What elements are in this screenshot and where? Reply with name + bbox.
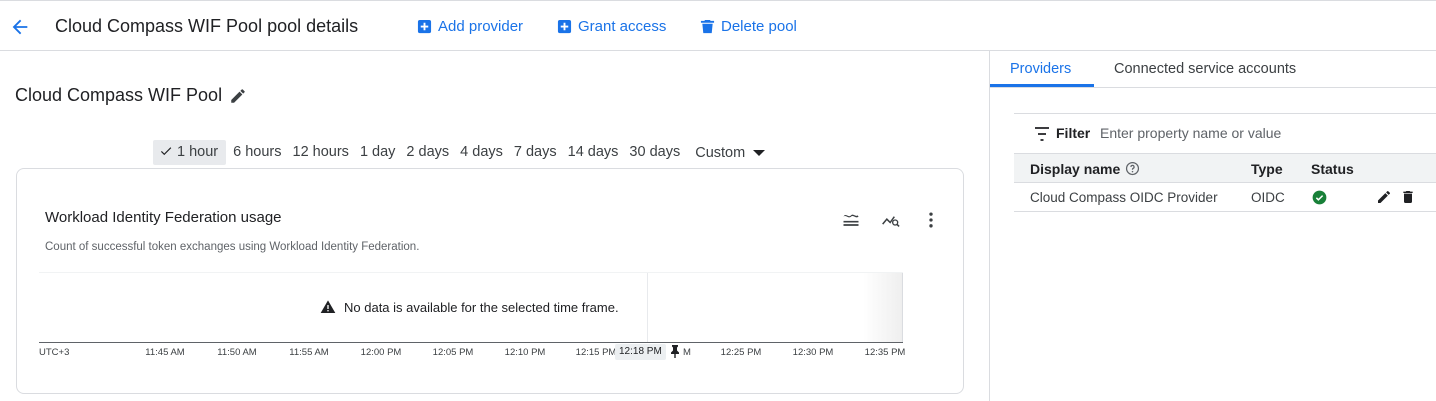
chart-description: Count of successful token exchanges usin… [45, 241, 420, 253]
custom-range-label: Custom [695, 144, 746, 161]
delete-pool-label: Delete pool [721, 18, 797, 35]
provider-display-name[interactable]: Cloud Compass OIDC Provider [1030, 190, 1218, 205]
provider-type: OIDC [1251, 190, 1285, 205]
time-range-selector: 1 hour 6 hours 12 hours 1 day 2 days 4 d… [153, 140, 766, 165]
chart-title: Workload Identity Federation usage [45, 209, 282, 226]
range-6-hours[interactable]: 6 hours [229, 140, 285, 165]
trash-icon [700, 19, 715, 34]
range-2-days[interactable]: 2 days [402, 140, 453, 165]
filter-input[interactable] [1100, 120, 1400, 146]
cursor-suffix: M [683, 347, 691, 358]
table-row[interactable]: Cloud Compass OIDC Provider OIDC [1014, 183, 1436, 212]
x-tick-label: 11:55 AM [289, 347, 329, 358]
x-tick-label: 12:25 PM [720, 347, 762, 358]
legend-toggle-icon[interactable] [840, 209, 862, 231]
warning-icon [320, 300, 336, 313]
pool-overview: Cloud Compass WIF Pool 1 hour 6 hours 12… [0, 51, 989, 401]
filter-label: Filter [1056, 125, 1091, 141]
trash-icon[interactable] [1400, 189, 1416, 205]
tab-bar: Providers Connected service accounts [990, 51, 1436, 88]
add-provider-button[interactable]: Add provider [417, 18, 523, 35]
add-box-icon [557, 19, 572, 34]
back-arrow-icon[interactable] [8, 15, 32, 39]
range-1-hour[interactable]: 1 hour [153, 140, 227, 165]
providers-panel: Providers Connected service accounts Fil… [990, 51, 1436, 401]
range-1-day[interactable]: 1 day [356, 140, 399, 165]
help-icon[interactable] [1125, 161, 1140, 176]
x-tick-label: 11:50 AM [217, 347, 257, 358]
x-tick-label: 12:15 PM [575, 347, 617, 358]
x-tick-label: 12:30 PM [792, 347, 834, 358]
caret-down-icon [753, 149, 766, 156]
cursor-time-label: 12:18 PM [615, 344, 666, 360]
table-header: Display name Type Status [1014, 153, 1436, 183]
range-4-days[interactable]: 4 days [456, 140, 507, 165]
grant-access-label: Grant access [578, 18, 667, 35]
range-30-days[interactable]: 30 days [625, 140, 684, 165]
no-data-message: No data is available for the selected ti… [320, 299, 619, 315]
add-provider-label: Add provider [438, 18, 524, 35]
cursor-line [647, 273, 648, 343]
timezone-label: UTC+3 [39, 347, 70, 358]
explore-query-icon[interactable] [880, 209, 902, 231]
tab-connected-service-accounts[interactable]: Connected service accounts [1114, 61, 1296, 77]
x-tick-label: 12:00 PM [360, 347, 402, 358]
pool-name: Cloud Compass WIF Pool [15, 85, 223, 105]
range-7-days[interactable]: 7 days [510, 140, 561, 165]
x-tick-label: 12:35 PM [864, 347, 906, 358]
pin-icon[interactable] [670, 345, 680, 358]
active-tab-indicator [990, 84, 1094, 87]
col-status[interactable]: Status [1311, 161, 1354, 177]
range-label: 1 hour [177, 144, 219, 160]
filter-bar: Filter [1014, 113, 1436, 153]
more-vert-icon[interactable] [920, 209, 942, 231]
no-data-text: No data is available for the selected ti… [344, 299, 619, 315]
range-14-days[interactable]: 14 days [564, 140, 623, 165]
tab-providers[interactable]: Providers [1010, 61, 1071, 77]
x-tick-label: 12:10 PM [504, 347, 546, 358]
chart-plot-area[interactable]: No data is available for the selected ti… [39, 272, 903, 343]
page-title: Cloud Compass WIF Pool pool details [55, 16, 359, 36]
usage-chart-card: Workload Identity Federation usage Count… [16, 168, 964, 394]
add-box-icon [417, 19, 432, 34]
plot-edge [902, 273, 903, 343]
range-12-hours[interactable]: 12 hours [289, 140, 353, 165]
edit-pencil-icon[interactable] [1376, 189, 1392, 205]
filter-icon [1035, 127, 1049, 141]
custom-range-dropdown[interactable]: Custom [695, 144, 766, 161]
page-header: Cloud Compass WIF Pool pool details Add … [0, 0, 1436, 51]
x-axis-line [39, 342, 903, 343]
grant-access-button[interactable]: Grant access [557, 18, 666, 35]
col-type[interactable]: Type [1251, 161, 1283, 177]
x-tick-label: 11:45 AM [145, 347, 185, 358]
delete-pool-button[interactable]: Delete pool [700, 18, 797, 35]
check-circle-icon [1312, 190, 1327, 205]
x-tick-label: 12:05 PM [432, 347, 474, 358]
edit-pencil-icon[interactable] [229, 87, 247, 105]
future-shade [863, 273, 903, 343]
col-display-name[interactable]: Display name [1030, 161, 1120, 177]
check-icon [160, 147, 172, 156]
